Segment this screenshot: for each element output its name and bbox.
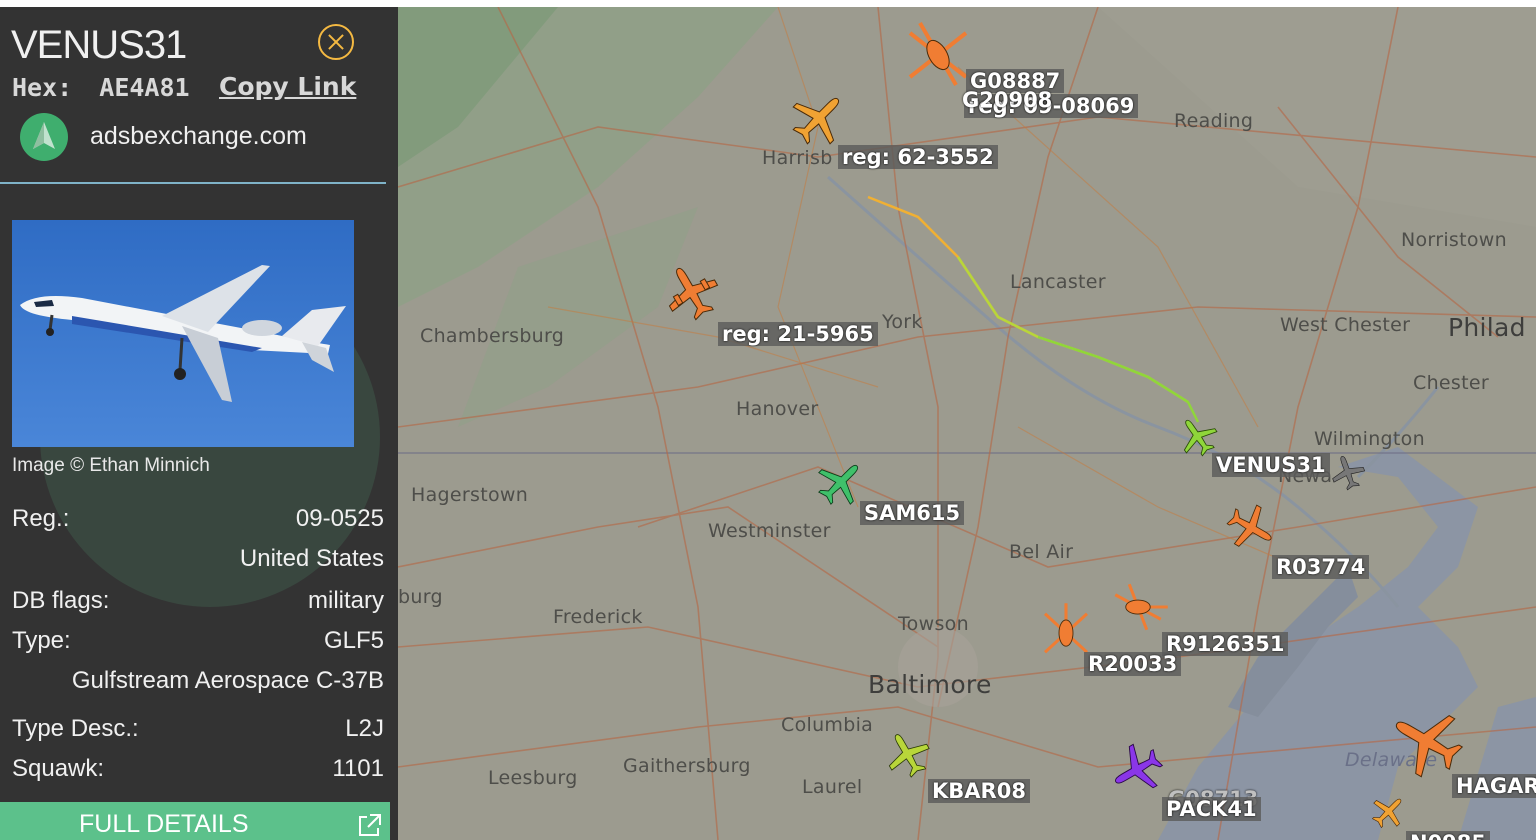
plane-icon xyxy=(1371,798,1402,829)
reg-value: 09-0525 xyxy=(295,505,384,532)
plane-icon xyxy=(668,267,719,321)
plane-icon xyxy=(1332,456,1366,491)
db-flags-value: military xyxy=(308,587,384,614)
city-label: Chambersburg xyxy=(420,325,565,347)
city-label: Reading xyxy=(1174,110,1254,132)
aircraft-label[interactable]: SAM615 xyxy=(860,501,965,525)
city-label: Gaithersburg xyxy=(623,755,751,777)
map-view[interactable]: Reading Harrisb Norristown Lancaster Cha… xyxy=(398,7,1536,840)
aircraft-photo[interactable] xyxy=(12,220,354,447)
aircraft-info-panel: VENUS31 Hex: AE4A81 Copy Link adsbexchan… xyxy=(0,7,398,840)
image-credit: Image © Ethan Minnich xyxy=(12,455,210,476)
city-label: Philad xyxy=(1448,313,1526,342)
aircraft-label[interactable]: VENUS31 xyxy=(1212,453,1330,477)
type-full-value: Gulfstream Aerospace C-37B xyxy=(71,667,384,694)
city-label: Frederick xyxy=(553,606,643,628)
full-details-label: FULL DETAILS xyxy=(79,810,249,838)
db-flags-label: DB flags: xyxy=(12,587,110,614)
aircraft-label[interactable]: HAGAR xyxy=(1452,774,1536,798)
type-label: Type: xyxy=(12,627,71,654)
divider xyxy=(0,182,386,184)
city-label: Westminster xyxy=(708,520,831,542)
plane-icon xyxy=(792,97,840,145)
city-label: Leesburg xyxy=(488,767,578,789)
city-label: West Chester xyxy=(1280,314,1411,336)
plane-icon xyxy=(888,734,930,778)
city-label: Bel Air xyxy=(1009,541,1074,563)
type-desc-label: Type Desc.: xyxy=(12,715,139,742)
hex-value: AE4A81 xyxy=(99,73,190,102)
site-link[interactable]: adsbexchange.com xyxy=(90,122,307,151)
close-icon[interactable] xyxy=(318,24,354,60)
hex-label: Hex: xyxy=(12,73,73,102)
map-base-layer xyxy=(398,7,1536,840)
plane-icon xyxy=(1115,743,1164,789)
city-label: Norristown xyxy=(1401,229,1507,251)
city-label: Wilmington xyxy=(1314,428,1425,450)
squawk-value: 1101 xyxy=(332,755,384,782)
external-link-icon[interactable] xyxy=(356,813,382,839)
adsbx-logo-icon[interactable] xyxy=(20,113,68,161)
squawk-label: Squawk: xyxy=(12,755,105,782)
aircraft-label[interactable]: R20033 xyxy=(1084,652,1182,676)
city-label: Columbia xyxy=(781,714,874,736)
city-label: Hanover xyxy=(736,398,819,420)
reg-label: Reg.: xyxy=(12,505,70,532)
city-label: Towson xyxy=(898,613,969,635)
copy-link[interactable]: Copy Link xyxy=(219,72,356,101)
aircraft-label[interactable]: R03774 xyxy=(1272,555,1370,579)
hex-row: Hex: AE4A81 xyxy=(12,73,190,102)
full-details-button[interactable]: FULL DETAILS xyxy=(0,802,390,840)
city-label: Laurel xyxy=(802,776,863,798)
city-label: Lancaster xyxy=(1010,271,1106,293)
type-desc-value: L2J xyxy=(345,715,384,742)
type-value: GLF5 xyxy=(323,627,384,654)
city-label: Baltimore xyxy=(868,670,992,699)
callsign-title: VENUS31 xyxy=(11,23,187,67)
city-label: York xyxy=(882,311,923,333)
city-label: Chester xyxy=(1413,372,1489,394)
aircraft-label[interactable]: PACK41 xyxy=(1162,797,1261,821)
country-value: United States xyxy=(239,545,384,572)
aircraft-label[interactable]: G20908 xyxy=(958,88,1056,112)
city-label: Hagerstown xyxy=(411,484,529,506)
aircraft-label[interactable]: KBAR08 xyxy=(928,779,1030,803)
city-label: burg xyxy=(398,586,443,608)
aircraft-label[interactable]: N0985 xyxy=(1406,831,1491,840)
plane-icon xyxy=(1226,504,1272,547)
aircraft-label[interactable]: reg: 62-3552 xyxy=(838,145,998,169)
aircraft-label[interactable]: reg: 21-5965 xyxy=(718,322,878,346)
